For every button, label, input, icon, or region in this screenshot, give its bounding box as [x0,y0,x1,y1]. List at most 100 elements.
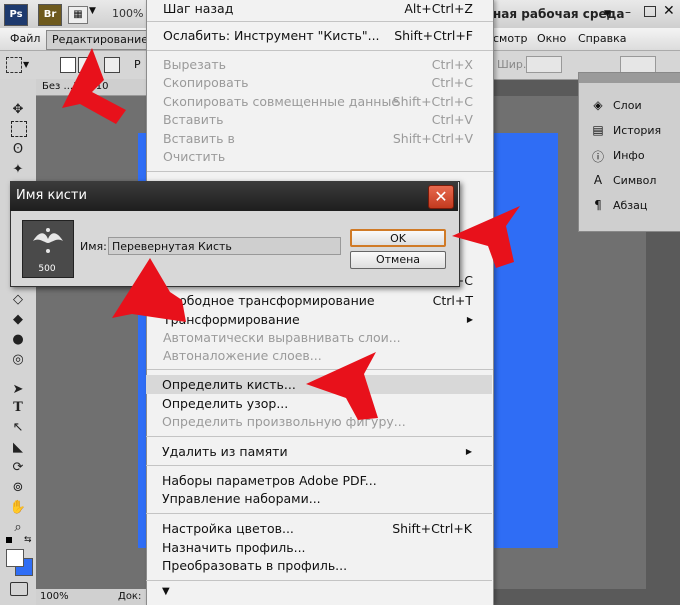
menu-item-label: Удалить из памяти [162,444,288,459]
menu-item-paste[interactable]: Вставить Ctrl+V [163,111,481,129]
menu-item-copy[interactable]: Скопировать Ctrl+C [163,74,481,92]
edit-menu: Шаг назад Alt+Ctrl+Z Ослабить: Инструмент… [146,0,494,605]
pen-tool-icon[interactable]: ➤ [9,381,27,399]
zoom-level[interactable]: 100% [112,7,143,20]
menu-item-label: Определить узор... [162,396,289,411]
menu-item-preset-manager[interactable]: Управление наборами... [162,490,480,508]
menu-item-free-transform[interactable]: Свободное трансформирование Ctrl+T [163,292,481,310]
menu-item-color-settings[interactable]: Настройка цветов... Shift+Ctrl+K [162,520,480,538]
panel-item-character[interactable]: Символ [613,170,656,192]
menu-edit[interactable]: Редактирование [46,30,154,50]
3d-orbit-tool-icon[interactable]: ⊚ [9,479,27,497]
dialog-close-icon[interactable]: ✕ [428,185,454,209]
menu-item-pdf-presets[interactable]: Наборы параметров Adobe PDF... [162,472,480,490]
bridge-button[interactable]: Br [38,4,62,26]
history-icon[interactable]: ▤ [590,123,606,137]
character-icon[interactable]: A [590,173,606,187]
menu-separator [146,513,492,514]
menu-item-label: Определить произвольную фигуру... [162,414,406,429]
move-tool-icon[interactable]: ✥ [9,101,27,119]
panel-item-history[interactable]: История [613,120,661,142]
ok-button[interactable]: OK [350,229,446,247]
menu-item-clear[interactable]: Очистить [163,148,481,166]
add-selection-icon[interactable] [78,57,94,73]
new-selection-icon[interactable] [60,57,76,73]
menu-item-define-shape[interactable]: Определить произвольную фигуру... [162,413,480,431]
brush-name-input[interactable]: Перевернутая Кисть [108,237,341,255]
path-select-tool-icon[interactable]: ↖ [9,419,27,437]
marquee-preset-icon[interactable] [6,57,22,73]
info-icon[interactable]: ⓘ [590,148,606,165]
width-input[interactable] [526,56,562,73]
menu-separator [146,465,492,466]
maximize-icon[interactable] [644,6,656,17]
workspace-caret-icon[interactable]: ▼ [604,9,611,19]
menu-separator [147,50,493,51]
hand-tool-icon[interactable]: ✋ [9,499,27,517]
dodge-tool-icon[interactable]: ● [9,331,27,349]
menu-item-auto-blend[interactable]: Автоналожение слоев... [163,347,481,365]
menu-item-label: Ослабить: Инструмент "Кисть"... [163,28,380,43]
menu-item-shortcut: Shift+Ctrl+K [392,521,472,536]
shape-tool-icon[interactable]: ◣ [9,439,27,457]
menu-help[interactable]: Справка [578,28,626,50]
menu-item-shortcut: Shift+Ctrl+C [392,94,473,109]
view-extras-caret-icon[interactable]: ▼ [89,6,96,16]
menu-item-cut[interactable]: Вырезать Ctrl+X [163,56,481,74]
menu-item-label: Вставить в [163,131,235,146]
menu-item-transform[interactable]: Трансформирование ▶ [163,311,481,329]
marquee-tool-icon[interactable] [11,121,27,137]
menu-file[interactable]: Файл [10,28,40,50]
menu-item-purge[interactable]: Удалить из памяти ▶ [162,443,480,461]
swap-colors-icon[interactable]: ⇆ [24,535,32,545]
quick-mask-icon[interactable] [10,582,28,596]
menu-item-paste-into[interactable]: Вставить в Shift+Ctrl+V [163,130,481,148]
menu-item-undo[interactable]: Шаг назад Alt+Ctrl+Z [163,0,481,18]
status-zoom[interactable]: 100% [40,589,69,605]
tool-option-label: Р [134,58,141,71]
menu-window[interactable]: Окно [537,28,566,50]
type-tool-icon[interactable]: T [9,399,27,417]
panel-item-layers[interactable]: Слои [613,95,642,117]
menu-item-label: Автоналожение слоев... [163,348,322,363]
menu-separator [147,369,493,370]
lasso-tool-icon[interactable]: ʘ [9,141,27,159]
menu-item-label: Настройка цветов... [162,521,294,536]
menu-item-convert-profile[interactable]: Преобразовать в профиль... [162,557,480,575]
menu-view[interactable]: смотр [493,28,527,50]
layers-icon[interactable]: ◈ [590,98,606,112]
foreground-color-swatch[interactable] [6,549,24,567]
ps-logo-button[interactable]: Ps [4,4,28,26]
magic-wand-tool-icon[interactable]: ✦ [9,161,27,179]
menu-item-fade[interactable]: Ослабить: Инструмент "Кисть"... Shift+Ctr… [163,27,481,45]
default-colors-icon[interactable] [6,537,12,543]
cancel-button[interactable]: Отмена [350,251,446,269]
menu-item-label: Управление наборами... [162,491,321,506]
menu-more-icon[interactable]: ▼ [162,586,170,597]
view-extras-icon[interactable]: ▦ [68,6,88,24]
paragraph-icon[interactable]: ¶ [590,198,606,212]
menu-item-define-brush[interactable]: Определить кисть... [162,376,480,394]
minimize-icon[interactable]: – [625,5,631,19]
3d-rotate-tool-icon[interactable]: ⟳ [9,459,27,477]
menu-item-label: Очистить [163,149,226,164]
eraser-tool-icon[interactable]: ◇ [9,291,27,309]
sponge-tool-icon[interactable]: ◎ [9,351,27,369]
menu-item-assign-profile[interactable]: Назначить профиль... [162,539,480,557]
panel-item-info[interactable]: Инфо [613,145,645,167]
height-input[interactable] [620,56,656,73]
preset-caret-icon[interactable]: ▼ [23,60,29,69]
menu-item-copy-merged[interactable]: Скопировать совмещенные данные Shift+Ctrl… [163,93,481,111]
status-bar: 100% Док: [36,589,146,605]
menu-item-shortcut: Ctrl+V [431,112,473,127]
subtract-selection-icon[interactable] [104,57,120,73]
menu-item-define-pattern[interactable]: Определить узор... [162,395,480,413]
bucket-tool-icon[interactable]: ◆ [9,311,27,329]
panel-header[interactable] [579,73,680,83]
menu-item-auto-align[interactable]: Автоматически выравнивать слои... [163,329,481,347]
document-tab[interactable]: Без ...1 @ 10 [36,79,152,96]
menu-item-label: Скопировать совмещенные данные [163,94,400,109]
close-window-icon[interactable]: ✕ [663,3,675,19]
panel-item-paragraph[interactable]: Абзац [613,195,647,217]
menu-item-label: Вставить [163,112,224,127]
